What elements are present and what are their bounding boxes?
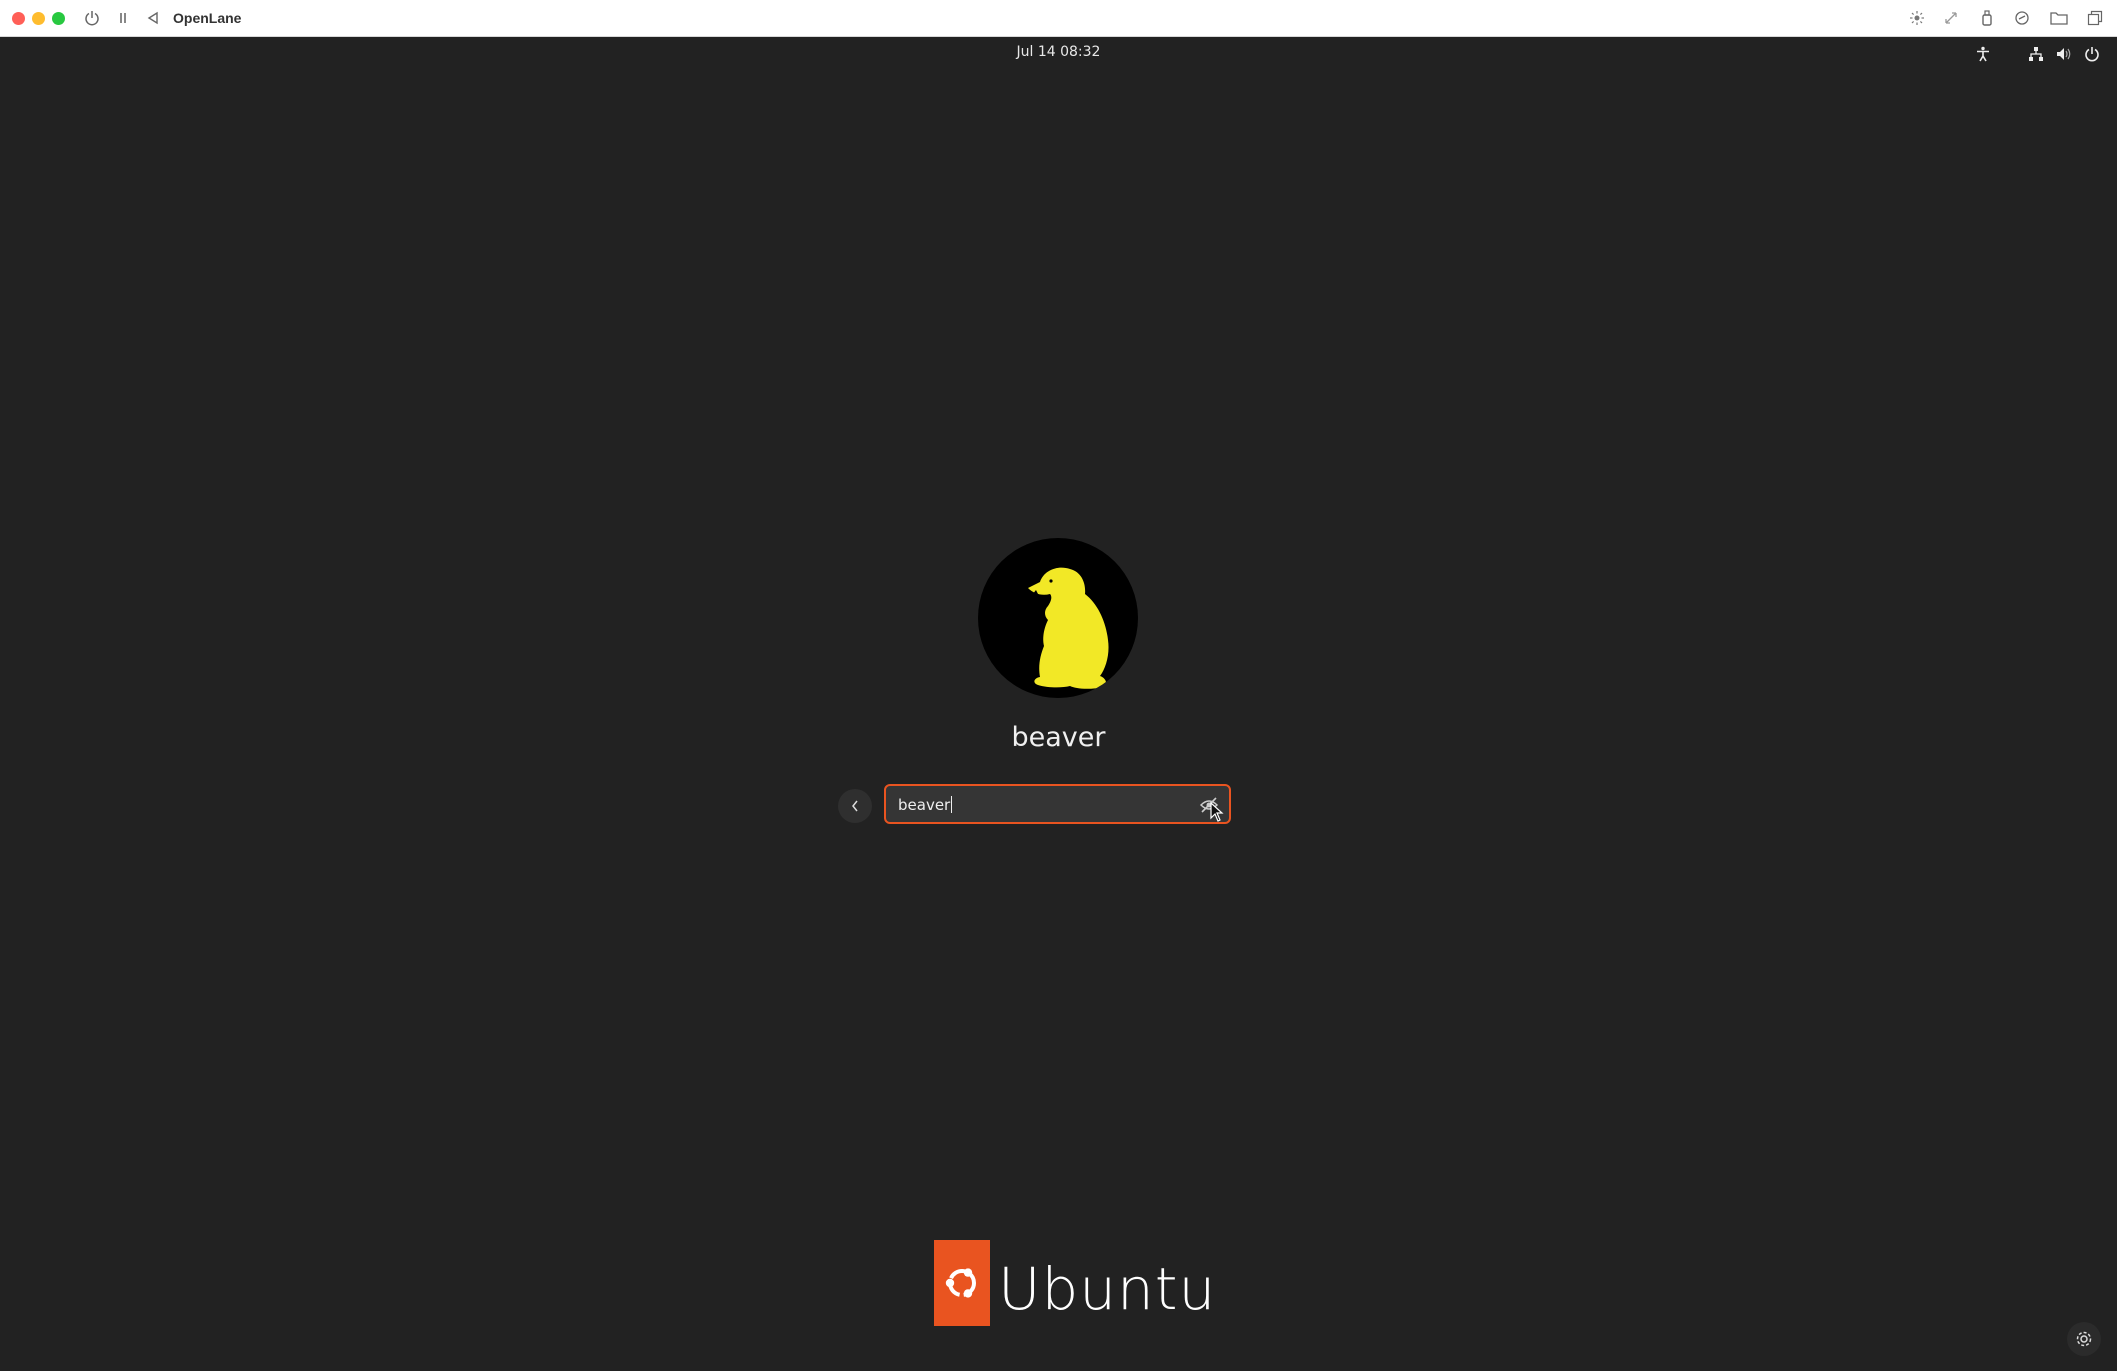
vm-titlebar: OpenLane bbox=[0, 0, 2117, 37]
accessibility-menu[interactable] bbox=[1974, 45, 1992, 63]
close-window-button[interactable] bbox=[12, 12, 25, 25]
zoom-window-button[interactable] bbox=[52, 12, 65, 25]
mouse-pointer-icon bbox=[1210, 802, 1224, 822]
power-icon bbox=[2085, 47, 2099, 62]
window-title: OpenLane bbox=[173, 10, 242, 26]
pause-vm-button[interactable] bbox=[113, 8, 133, 28]
resize-button[interactable] bbox=[1941, 8, 1961, 28]
back-button[interactable] bbox=[838, 789, 872, 823]
shared-folder-button[interactable] bbox=[2049, 8, 2069, 28]
date-time: Jul 14 08:32 bbox=[1016, 44, 1101, 60]
pause-icon bbox=[120, 13, 126, 23]
minimize-window-button[interactable] bbox=[32, 12, 45, 25]
ubuntu-wordmark: Ubuntu bbox=[998, 1255, 1217, 1323]
password-field[interactable]: beaver bbox=[884, 784, 1231, 824]
chevron-left-icon bbox=[852, 800, 858, 812]
brightness-button[interactable] bbox=[1907, 8, 1927, 28]
power-vm-button[interactable] bbox=[82, 8, 102, 28]
beaver-avatar-icon bbox=[1028, 567, 1109, 689]
windows-button[interactable] bbox=[2085, 8, 2105, 28]
back-triangle-icon bbox=[147, 11, 158, 25]
user-avatar bbox=[978, 538, 1138, 698]
windows-icon bbox=[2087, 10, 2103, 26]
ubuntu-logo-mark bbox=[934, 1240, 990, 1326]
text-caret bbox=[951, 796, 953, 813]
camera-icon bbox=[2015, 11, 2029, 25]
network-icon bbox=[2029, 47, 2043, 61]
usb-button[interactable] bbox=[1977, 8, 1997, 28]
volume-menu[interactable] bbox=[2055, 45, 2073, 63]
power-icon bbox=[85, 11, 99, 26]
brightness-icon bbox=[1910, 11, 1924, 25]
volume-icon bbox=[2057, 48, 2071, 60]
resize-icon bbox=[1945, 12, 1957, 24]
password-value: beaver bbox=[898, 796, 951, 814]
gnome-top-bar: Jul 14 08:32 bbox=[0, 38, 2117, 68]
camera-button[interactable] bbox=[2012, 8, 2032, 28]
usb-icon bbox=[1982, 10, 1992, 26]
username-label: beaver bbox=[1011, 722, 1106, 753]
network-menu[interactable] bbox=[2027, 45, 2045, 63]
gear-icon bbox=[2076, 1331, 2092, 1347]
back-vm-button[interactable] bbox=[143, 8, 163, 28]
power-menu[interactable] bbox=[2083, 45, 2101, 63]
session-settings-button[interactable] bbox=[2067, 1322, 2101, 1356]
circle-of-friends-icon bbox=[945, 1268, 976, 1298]
accessibility-icon bbox=[1977, 46, 1989, 62]
folder-icon bbox=[2050, 12, 2068, 25]
